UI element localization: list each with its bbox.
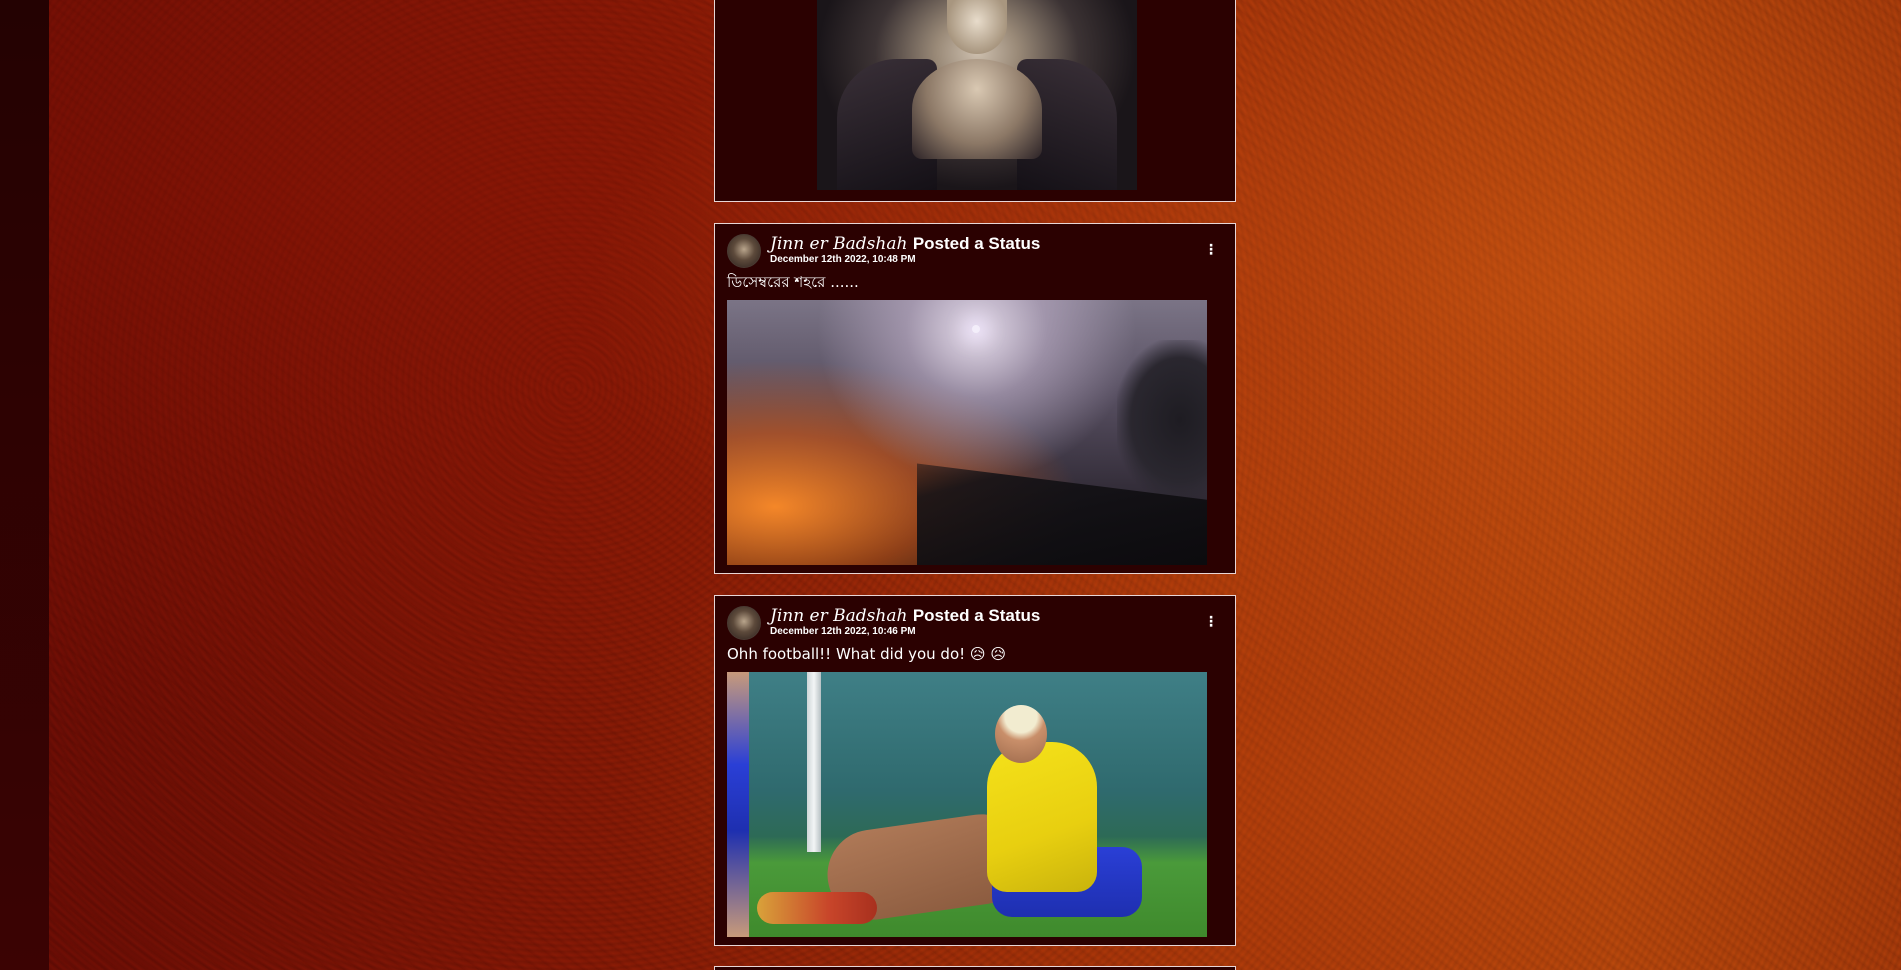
post-text: Ohh football!! What did you do! 😥 😥 — [727, 645, 1006, 663]
post-image[interactable] — [727, 672, 1207, 937]
avatar[interactable] — [727, 606, 761, 640]
post-text: ডিসেম্বরের শহরে ...... — [727, 273, 859, 291]
post-header: Jinn er Badshah Posted a Status December… — [727, 606, 1223, 640]
avatar[interactable] — [727, 234, 761, 268]
post-action-label: Posted a Status — [912, 234, 1041, 253]
more-vertical-icon: ⋮ — [1204, 242, 1218, 258]
post-title: Jinn er Badshah Posted a Status — [770, 234, 1040, 254]
post-image[interactable] — [727, 300, 1207, 565]
post-action-label: Posted a Status — [912, 606, 1041, 625]
post-image-portrait[interactable] — [817, 0, 1137, 190]
author-name-link[interactable]: Jinn er Badshah — [770, 234, 907, 254]
left-sidebar-rail — [0, 0, 49, 970]
post-card-previous — [714, 0, 1236, 202]
post-timestamp: December 12th 2022, 10:46 PM — [770, 626, 916, 637]
more-vertical-icon: ⋮ — [1204, 614, 1218, 630]
author-name-link[interactable]: Jinn er Badshah — [770, 606, 907, 626]
post-title: Jinn er Badshah Posted a Status — [770, 606, 1040, 626]
post-menu-button[interactable]: ⋮ — [1199, 610, 1223, 634]
post-timestamp: December 12th 2022, 10:48 PM — [770, 254, 916, 265]
post-card: Jinn er Badshah Posted a Status December… — [714, 223, 1236, 574]
post-card-next — [714, 966, 1236, 970]
post-card: Jinn er Badshah Posted a Status December… — [714, 595, 1236, 946]
post-menu-button[interactable]: ⋮ — [1199, 238, 1223, 262]
post-header: Jinn er Badshah Posted a Status December… — [727, 234, 1223, 268]
